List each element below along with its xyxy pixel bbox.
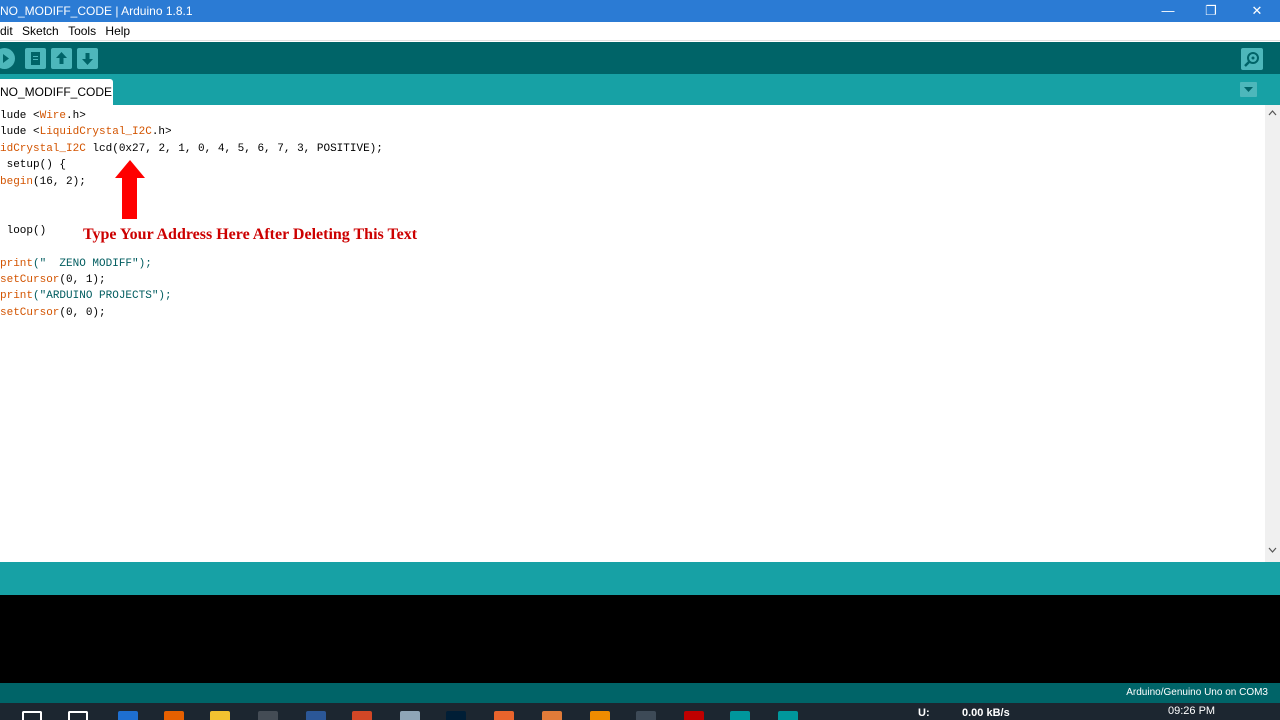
code-editor[interactable] [0,105,1265,562]
menu-tools[interactable]: Tools [68,22,96,41]
tab-sketch[interactable]: NO_MODIFF_CODE [0,79,113,105]
code-line: print(" ZENO MODIFF"); [0,256,152,272]
code-token: print [0,257,34,270]
code-line: begin(16, 2); [0,174,86,190]
open-button[interactable] [51,48,72,69]
chevron-down-icon [1244,87,1253,92]
code-token: (" ZENO MODIFF"); [33,257,152,270]
network-speed: 0.00 kB/s [962,707,1010,719]
code-token: (0, 1); [59,274,106,286]
code-token: setCursor [0,274,60,286]
arduino-icon[interactable] [730,711,750,720]
code-token: Wire [39,110,67,122]
filezilla-icon[interactable] [684,711,704,720]
save-icon [82,53,93,65]
new-button[interactable] [25,48,46,69]
code-token: setup() { [0,159,67,172]
code-token: LiquidCrystal_I2C [39,126,152,139]
code-token: lcd(0x27, 2, 1, 0, 4, 5, 6, 7, 3, POSITI… [85,142,383,155]
app-icon[interactable] [400,711,420,720]
code-line: print("ARDUINO PROJECTS"); [0,288,172,304]
code-token: (16, 2); [33,175,86,188]
serial-monitor-button[interactable] [1241,48,1263,70]
menu-edit[interactable]: dit [0,22,13,41]
app3-icon[interactable] [542,711,562,720]
restore-button[interactable]: ❐ [1188,0,1234,22]
firefox-icon[interactable] [164,711,184,720]
app2-icon[interactable] [494,711,514,720]
arduino-active-icon[interactable] [778,711,798,720]
title-bar: NO_MODIFF_CODE | Arduino 1.8.1 — ❐ ✕ [0,0,1280,22]
code-token: loop() [0,224,47,237]
explorer-icon[interactable] [210,711,230,720]
code-token: print [0,290,34,303]
code-line: setCursor(0, 1); [0,272,106,288]
search-icon[interactable] [22,711,42,720]
new-file-icon [31,52,40,65]
save-button[interactable] [77,48,98,69]
scroll-arrows-icon [1268,110,1277,553]
word-icon[interactable] [306,711,326,720]
code-token: begin [0,175,34,188]
editor-scrollbar[interactable] [1265,105,1280,562]
photoshop-icon[interactable] [446,711,466,720]
menu-sketch[interactable]: Sketch [22,22,59,41]
app4-icon[interactable] [636,711,656,720]
toolbar [0,42,1280,74]
code-line: lude <LiquidCrystal_I2C.h> [0,124,172,140]
code-token: .h> [66,110,86,122]
code-line: idCrystal_I2C lcd(0x27, 2, 1, 0, 4, 5, 6… [0,141,383,157]
board-info: Arduino/Genuino Uno on COM3 [1126,687,1268,698]
code-token: setCursor [0,306,60,319]
close-button[interactable]: ✕ [1234,0,1280,22]
vlc-icon[interactable] [590,711,610,720]
upload-arrow-icon [3,54,9,63]
task-view-icon[interactable] [68,711,88,720]
console-output[interactable] [0,595,1280,683]
tab-menu-button[interactable] [1240,82,1257,97]
powerpoint-icon[interactable] [352,711,372,720]
code-token: lude < [0,110,40,122]
menu-bar: dit Sketch Tools Help [0,22,1280,41]
upload-button[interactable] [0,48,15,69]
network-label: U: [918,707,930,719]
tab-bar: NO_MODIFF_CODE [0,74,1280,105]
menu-help[interactable]: Help [105,22,130,41]
code-token: (0, 0); [59,306,106,319]
code-line: setup() { [0,157,66,173]
open-icon [56,52,67,64]
code-token: idCrystal_I2C [0,142,86,155]
window-title: NO_MODIFF_CODE | Arduino 1.8.1 [0,4,193,18]
status-bar [0,562,1280,595]
code-token: ("ARDUINO PROJECTS"); [33,290,172,303]
serial-monitor-icon [1244,52,1259,67]
clock[interactable]: 09:26 PM [1168,705,1215,717]
edge-icon[interactable] [118,711,138,720]
annotation-text: Type Your Address Here After Deleting Th… [83,226,418,243]
minimize-button[interactable]: — [1145,0,1191,22]
code-line: setCursor(0, 0); [0,305,106,321]
bottom-status-bar: Arduino/Genuino Uno on COM3 [0,683,1280,703]
code-token: .h> [151,126,172,139]
code-token: lude < [0,126,40,139]
code-line: loop() [0,223,47,239]
taskbar: U: 0.00 kB/s 09:26 PM [0,703,1280,720]
code-line: lude <Wire.h> [0,108,86,124]
annotation-arrow-shaft [122,175,137,219]
store-icon[interactable] [258,711,278,720]
